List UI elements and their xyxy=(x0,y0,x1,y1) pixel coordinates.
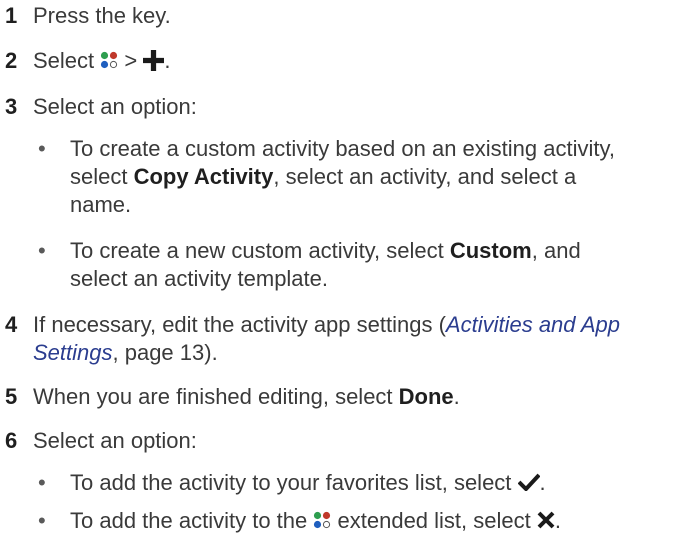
activities-settings-link-continued[interactable]: Settings xyxy=(33,340,113,365)
bullet-marker: • xyxy=(38,136,46,161)
step-number: 6 xyxy=(5,428,18,453)
bullet-marker: • xyxy=(38,470,46,495)
checkmark-icon xyxy=(517,473,540,492)
step-number: 1 xyxy=(5,3,18,28)
step-text: Select an option: xyxy=(33,428,197,453)
plus-icon xyxy=(143,49,165,71)
custom-label: Custom xyxy=(449,238,532,263)
step-number: 3 xyxy=(5,94,18,119)
copy-activity-label: Copy Activity xyxy=(133,164,274,189)
apps-menu-icon xyxy=(314,512,331,529)
manual-page: { "steps": { "s1": { "num": "1", "text":… xyxy=(0,0,686,533)
step-text: Select an option: xyxy=(33,94,197,119)
step-text: Select > . xyxy=(33,48,171,73)
step-number: 5 xyxy=(5,384,18,409)
step-number: 4 xyxy=(5,312,18,337)
step-number: 2 xyxy=(5,48,18,73)
bullet-marker: • xyxy=(38,238,46,263)
x-icon xyxy=(537,511,555,529)
step-text: Press the key. xyxy=(33,3,171,28)
done-label: Done xyxy=(398,384,454,409)
activities-settings-link[interactable]: Activities and App xyxy=(446,312,620,337)
bullet-marker: • xyxy=(38,508,46,533)
bullet-text: To create a custom activity based on an … xyxy=(70,136,615,161)
apps-menu-icon xyxy=(101,52,118,69)
